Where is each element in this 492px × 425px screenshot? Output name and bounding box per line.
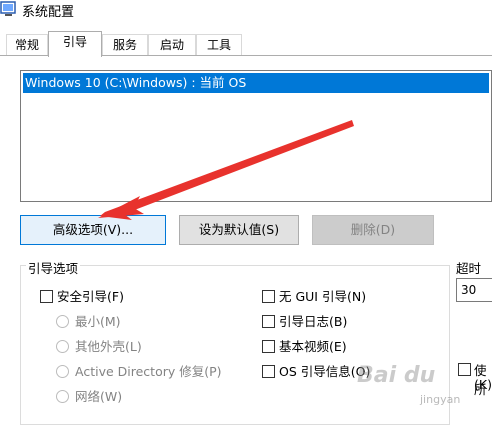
- alternate-shell-radio[interactable]: 其他外壳(L): [56, 339, 142, 355]
- baidu-watermark-sub: jingyan: [420, 393, 461, 406]
- tab-services[interactable]: 服务: [102, 34, 148, 56]
- base-video-checkbox[interactable]: 基本视频(E): [262, 339, 347, 355]
- checkbox-box[interactable]: [262, 340, 275, 353]
- checkbox-box[interactable]: [262, 290, 275, 303]
- minimal-radio[interactable]: 最小(M): [56, 314, 121, 330]
- window-title: 系统配置: [22, 5, 75, 20]
- set-default-button[interactable]: 设为默认值(S): [179, 215, 299, 245]
- advanced-options-button[interactable]: 高级选项(V)...: [20, 215, 166, 245]
- tab-tools[interactable]: 工具: [196, 34, 242, 56]
- checkbox-box[interactable]: [262, 315, 275, 328]
- timeout-input[interactable]: 30: [456, 278, 492, 302]
- os-listbox[interactable]: Windows 10 (C:\Windows) : 当前 OS: [20, 70, 492, 202]
- checkbox-box[interactable]: [40, 290, 53, 303]
- safe-boot-checkbox[interactable]: 安全引导(F): [40, 289, 124, 305]
- tab-startup[interactable]: 启动: [148, 34, 196, 56]
- active-directory-repair-radio[interactable]: Active Directory 修复(P): [56, 364, 222, 380]
- radio-circle[interactable]: [56, 390, 69, 403]
- title-bar: 系统配置: [0, 0, 492, 24]
- make-permanent-checkbox[interactable]: [458, 363, 471, 376]
- baidu-watermark: Bai du: [357, 363, 436, 388]
- checkbox-box[interactable]: [262, 365, 275, 378]
- boot-options-label: 引导选项: [26, 258, 81, 277]
- radio-circle[interactable]: [56, 315, 69, 328]
- network-radio[interactable]: 网络(W): [56, 389, 122, 405]
- radio-circle[interactable]: [56, 365, 69, 378]
- os-boot-info-checkbox[interactable]: OS 引导信息(O): [262, 364, 370, 380]
- no-gui-boot-checkbox[interactable]: 无 GUI 引导(N): [262, 289, 366, 305]
- boot-log-checkbox[interactable]: 引导日志(B): [262, 314, 347, 330]
- tab-boot[interactable]: 引导: [48, 31, 102, 57]
- radio-circle[interactable]: [56, 340, 69, 353]
- delete-button[interactable]: 删除(D): [312, 215, 434, 245]
- tab-general[interactable]: 常规: [6, 34, 48, 56]
- system-config-icon: [0, 0, 18, 18]
- os-list-item[interactable]: Windows 10 (C:\Windows) : 当前 OS: [23, 73, 489, 93]
- make-permanent-label-key: (K): [474, 377, 492, 392]
